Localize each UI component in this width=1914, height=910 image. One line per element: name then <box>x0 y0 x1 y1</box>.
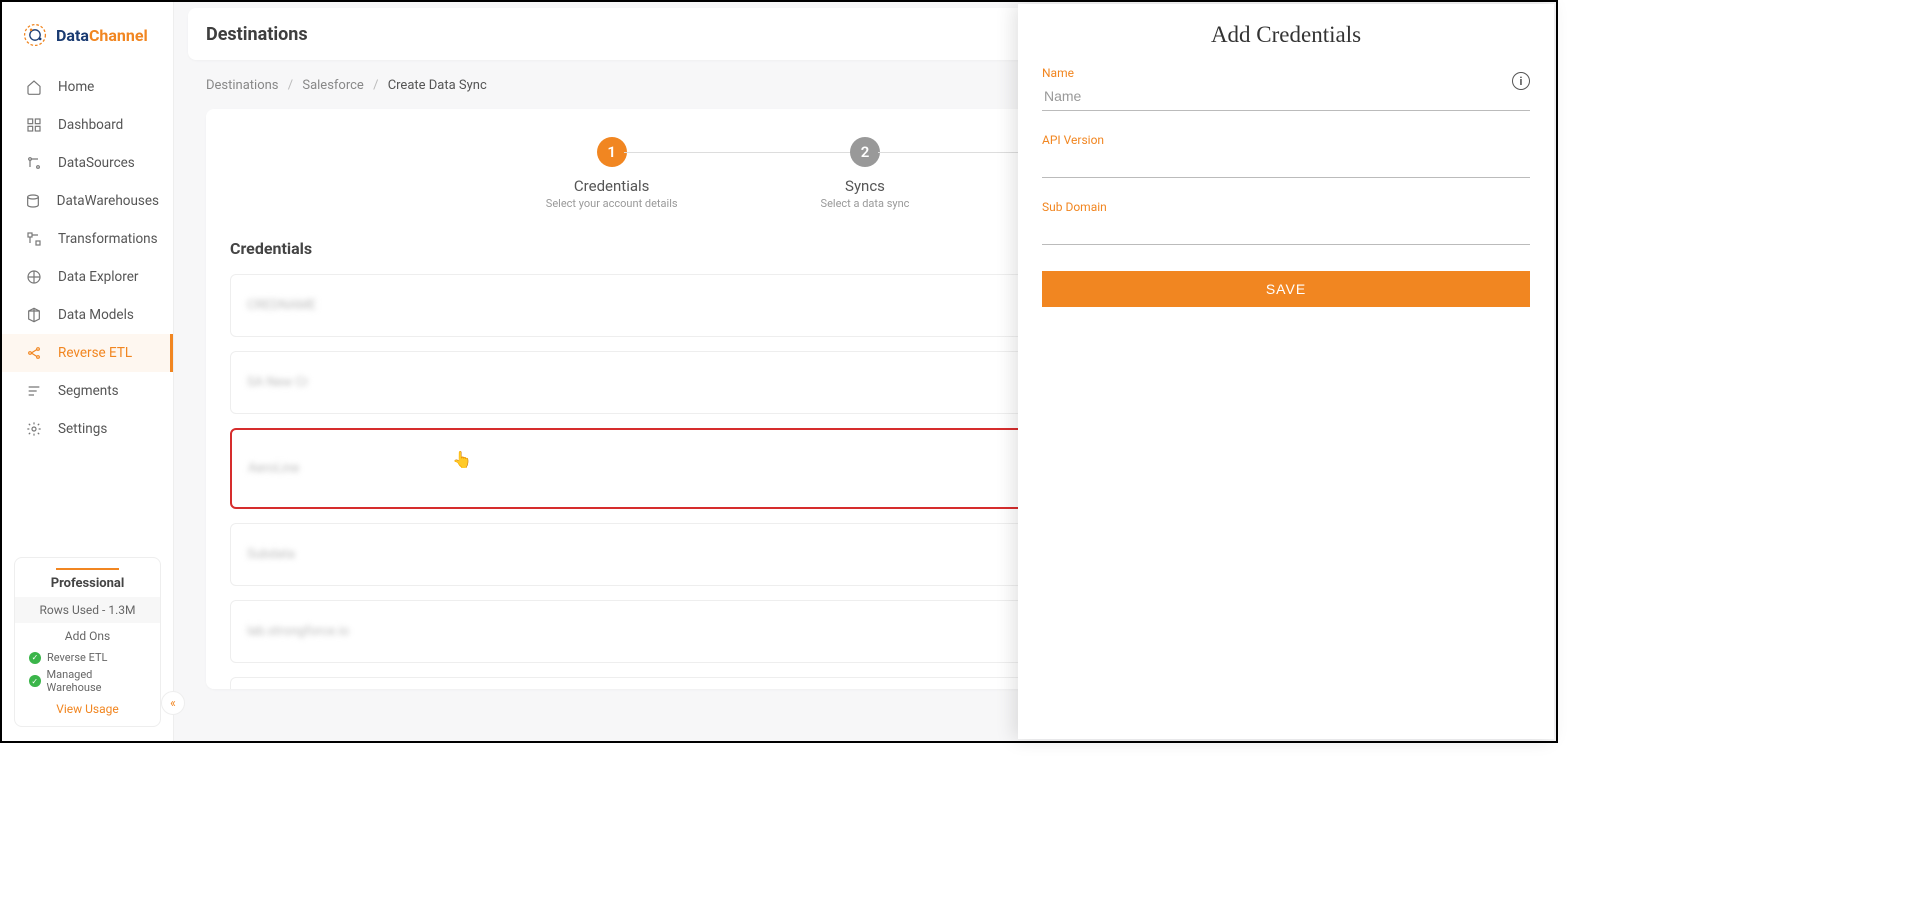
api-version-label: API Version <box>1042 133 1530 147</box>
page-title: Destinations <box>206 24 308 45</box>
brand-text-1: Data <box>56 26 89 45</box>
logo-icon <box>22 22 48 48</box>
brand-logo[interactable]: DataChannel <box>2 14 173 68</box>
info-icon[interactable]: i <box>1512 72 1530 90</box>
sidebar: DataChannel Home Dashboard DataSources D… <box>2 2 174 741</box>
nav-label: Segments <box>58 383 119 399</box>
nav-dashboard[interactable]: Dashboard <box>2 106 173 144</box>
step-num: 2 <box>850 137 880 167</box>
step-title: Syncs <box>738 177 991 195</box>
check-icon: ✓ <box>29 652 41 664</box>
plan-card: Professional Rows Used - 1.3M Add Ons ✓R… <box>14 557 161 727</box>
segments-icon <box>24 381 44 401</box>
nav-segments[interactable]: Segments <box>2 372 173 410</box>
field-api-version: API Version <box>1042 133 1530 178</box>
credential-name: SA New Cr <box>247 375 308 390</box>
crumb-salesforce[interactable]: Salesforce <box>302 78 363 93</box>
credential-name: Subdata <box>247 547 295 562</box>
collapse-sidebar-button[interactable]: « <box>161 691 185 715</box>
addon-item: ✓Reverse ETL <box>25 649 150 666</box>
plan-name: Professional <box>25 576 150 591</box>
warehouse-icon <box>24 191 43 211</box>
nav-label: DataWarehouses <box>57 193 159 209</box>
field-name: Name <box>1042 66 1530 111</box>
view-usage-link[interactable]: View Usage <box>25 702 150 716</box>
api-version-input[interactable] <box>1042 149 1530 178</box>
check-icon: ✓ <box>29 675 41 687</box>
nav-warehouses[interactable]: DataWarehouses <box>2 182 173 220</box>
home-icon <box>24 77 44 97</box>
nav-list: Home Dashboard DataSources DataWarehouse… <box>2 68 173 448</box>
addon-item: ✓Managed Warehouse <box>25 666 150 696</box>
step-title: Credentials <box>485 177 738 195</box>
rows-used: Rows Used - 1.3M <box>15 597 160 623</box>
addons-heading: Add Ons <box>25 623 150 649</box>
nav-reverse-etl[interactable]: Reverse ETL <box>2 334 173 372</box>
nav-label: Transformations <box>58 231 158 247</box>
add-credentials-drawer: Add Credentials i Name API Version Sub D… <box>1018 4 1554 739</box>
nav-label: Reverse ETL <box>58 345 132 361</box>
nav-datasources[interactable]: DataSources <box>2 144 173 182</box>
crumb-destinations[interactable]: Destinations <box>206 78 279 93</box>
step-sub: Select a data sync <box>738 197 991 210</box>
credentials-heading: Credentials <box>230 239 312 258</box>
transform-icon <box>24 229 44 249</box>
brand-text-2: Channel <box>89 26 148 45</box>
sub-domain-label: Sub Domain <box>1042 200 1530 214</box>
save-button[interactable]: SAVE <box>1042 271 1530 307</box>
nav-data-explorer[interactable]: Data Explorer <box>2 258 173 296</box>
field-sub-domain: Sub Domain <box>1042 200 1530 245</box>
nav-settings[interactable]: Settings <box>2 410 173 448</box>
models-icon <box>24 305 44 325</box>
nav-transformations[interactable]: Transformations <box>2 220 173 258</box>
crumb-current: Create Data Sync <box>388 78 487 93</box>
name-input[interactable] <box>1042 82 1530 111</box>
name-label: Name <box>1042 66 1530 80</box>
nav-label: Dashboard <box>58 117 123 133</box>
step-sub: Select your account details <box>485 197 738 210</box>
nav-label: Home <box>58 79 94 95</box>
nav-label: Data Explorer <box>58 269 138 285</box>
step-num: 1 <box>597 137 627 167</box>
nav-label: Settings <box>58 421 107 437</box>
datasource-icon <box>24 153 44 173</box>
gear-icon <box>24 419 44 439</box>
credential-name: lab.strongforce.io <box>247 624 349 639</box>
nav-data-models[interactable]: Data Models <box>2 296 173 334</box>
drawer-title: Add Credentials <box>1042 22 1530 48</box>
step-credentials[interactable]: 1 Credentials Select your account detail… <box>485 137 738 210</box>
credential-name: AeroLine <box>248 461 299 476</box>
reverse-etl-icon <box>24 343 44 363</box>
credential-name: CREDNAME <box>247 298 316 313</box>
nav-label: DataSources <box>58 155 135 171</box>
dashboard-icon <box>24 115 44 135</box>
sub-domain-input[interactable] <box>1042 216 1530 245</box>
explorer-icon <box>24 267 44 287</box>
nav-home[interactable]: Home <box>2 68 173 106</box>
step-syncs[interactable]: 2 Syncs Select a data sync <box>738 137 991 210</box>
nav-label: Data Models <box>58 307 134 323</box>
